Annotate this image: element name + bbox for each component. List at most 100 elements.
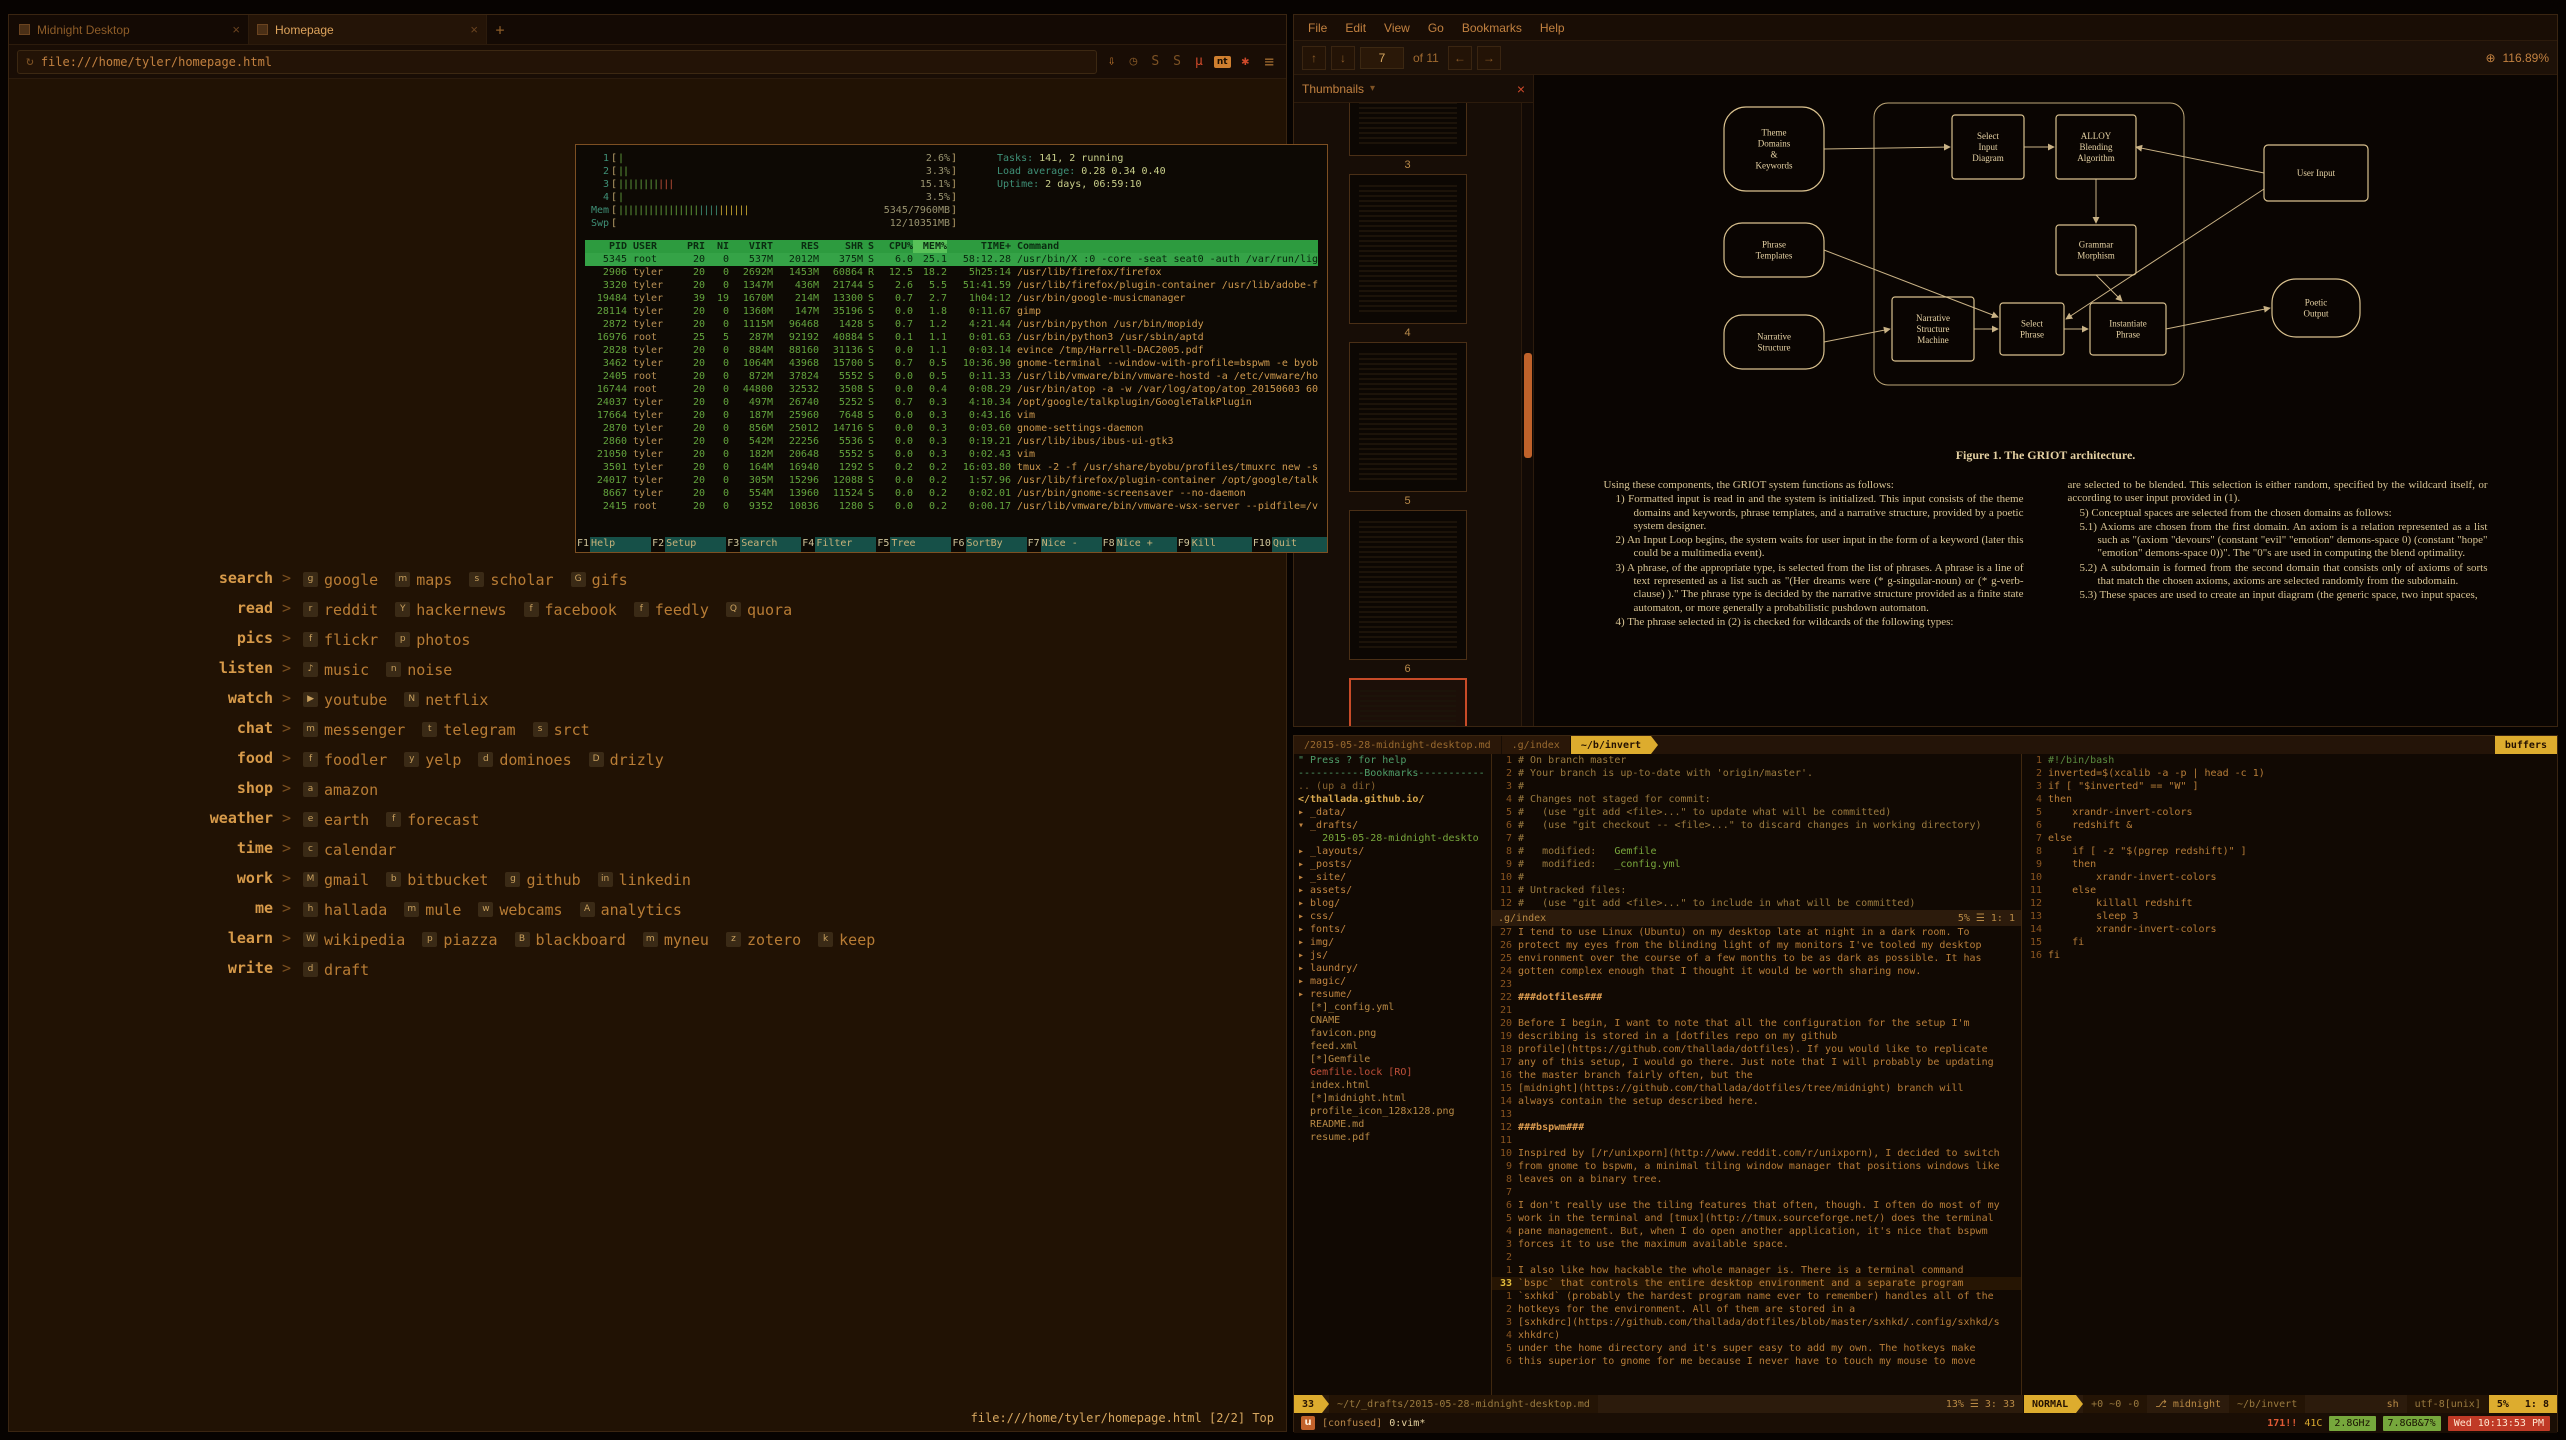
link-noise[interactable]: nnoise [386, 661, 452, 679]
link-messenger[interactable]: mmessenger [303, 721, 405, 739]
link-webcams[interactable]: wwebcams [478, 901, 562, 919]
process-row[interactable]: 2872tyler2001115M964681428S0.71.24:21.44… [585, 318, 1318, 331]
page-number-input[interactable]: 7 [1360, 47, 1404, 69]
thumbnail-page-3[interactable] [1349, 103, 1467, 156]
tree-item[interactable]: index.html [1294, 1079, 1491, 1092]
process-row[interactable]: 3462tyler2001064M4396815700S0.70.510:36.… [585, 357, 1318, 370]
tree-item[interactable]: ▸ _layouts/ [1294, 845, 1491, 858]
process-row[interactable]: 24037tyler200497M267405252S0.70.34:10.34… [585, 396, 1318, 409]
noscript-icon[interactable]: nt [1214, 56, 1231, 68]
function-key-F1[interactable]: F1Help [576, 537, 651, 552]
pdf-page-view[interactable]: ThemeDomains&KeywordsPhraseTemplatesNarr… [1534, 75, 2557, 726]
tree-item[interactable]: ▸ resume/ [1294, 988, 1491, 1001]
menu-bookmarks[interactable]: Bookmarks [1454, 21, 1530, 35]
process-row[interactable]: 3320tyler2001347M436M21744S2.65.551:41.5… [585, 279, 1318, 292]
link-photos[interactable]: pphotos [395, 631, 470, 649]
link-bitbucket[interactable]: bbitbucket [386, 871, 488, 889]
tree-item[interactable]: ▸ js/ [1294, 949, 1491, 962]
buffer-tab[interactable]: .g/index [1502, 736, 1571, 754]
thumbnail-page-5[interactable] [1349, 342, 1467, 492]
link-mule[interactable]: mmule [404, 901, 461, 919]
link-feedly[interactable]: ffeedly [634, 601, 709, 619]
tree-item[interactable]: ▸ _site/ [1294, 871, 1491, 884]
tree-item[interactable]: ▸ _posts/ [1294, 858, 1491, 871]
tree-item[interactable]: README.md [1294, 1118, 1491, 1131]
process-row[interactable]: 2415root2009352108361280S0.00.20:00.17/u… [585, 500, 1318, 513]
function-key-F8[interactable]: F8Nice + [1102, 537, 1177, 552]
browser-tab-homepage[interactable]: Homepage × [249, 15, 487, 44]
link-zotero[interactable]: zzotero [726, 931, 801, 949]
link-srct[interactable]: ssrct [533, 721, 590, 739]
link-yelp[interactable]: yyelp [404, 751, 461, 769]
link-amazon[interactable]: aamazon [303, 781, 378, 799]
link-telegram[interactable]: ttelegram [422, 721, 515, 739]
function-key-F6[interactable]: F6SortBy [951, 537, 1026, 552]
menu-help[interactable]: Help [1532, 21, 1573, 35]
tree-item[interactable]: 2015-05-28-midnight-deskto [1294, 832, 1491, 845]
link-foodler[interactable]: ffoodler [303, 751, 387, 769]
tree-item[interactable]: feed.xml [1294, 1040, 1491, 1053]
mu-icon[interactable]: μ [1192, 54, 1206, 69]
tree-item[interactable]: [*]Gemfile [1294, 1053, 1491, 1066]
link-dominoes[interactable]: ddominoes [478, 751, 571, 769]
download-icon[interactable]: ⇩ [1105, 54, 1119, 69]
thumbnail-page-6[interactable] [1349, 510, 1467, 660]
link-flickr[interactable]: fflickr [303, 631, 378, 649]
tree-item[interactable]: favicon.png [1294, 1027, 1491, 1040]
menu-button[interactable]: ≡ [1260, 52, 1278, 71]
link-quora[interactable]: Qquora [726, 601, 792, 619]
stylish-icon[interactable]: S [1148, 54, 1162, 69]
history-icon[interactable]: ◷ [1127, 54, 1141, 69]
sidebar-scrollbar[interactable] [1521, 103, 1533, 726]
function-key-F5[interactable]: F5Tree [876, 537, 951, 552]
link-draft[interactable]: ddraft [303, 961, 369, 979]
tree-item[interactable]: [*]midnight.html [1294, 1092, 1491, 1105]
tree-item[interactable]: [*]_config.yml [1294, 1001, 1491, 1014]
browser-tab-midnight-desktop[interactable]: Midnight Desktop × [11, 15, 249, 44]
tmux-window-item[interactable]: 0:vim* [1389, 1417, 1425, 1430]
process-row[interactable]: 16744root20044800325323508S0.00.40:08.29… [585, 383, 1318, 396]
history-back-button[interactable]: ← [1448, 46, 1472, 70]
link-hallada[interactable]: hhallada [303, 901, 387, 919]
menu-file[interactable]: File [1300, 21, 1335, 35]
link-facebook[interactable]: ffacebook [524, 601, 617, 619]
tree-item[interactable]: ▸ img/ [1294, 936, 1491, 949]
process-row[interactable]: 8667tyler200554M1396011524S0.00.20:02.01… [585, 487, 1318, 500]
thumbnail-page-4[interactable] [1349, 174, 1467, 324]
process-row[interactable]: 16976root255287M9219240884S0.11.10:01.63… [585, 331, 1318, 344]
tree-item[interactable]: " Press ? for help [1294, 754, 1491, 767]
tree-item[interactable]: ▸ laundry/ [1294, 962, 1491, 975]
link-piazza[interactable]: ppiazza [422, 931, 497, 949]
link-linkedin[interactable]: inlinkedin [598, 871, 691, 889]
zoom-icon[interactable]: ⊕ [2485, 51, 2495, 65]
link-scholar[interactable]: sscholar [469, 571, 553, 589]
tab-close-icon[interactable]: × [232, 22, 240, 37]
zoom-level[interactable]: 116.89% [2503, 51, 2549, 65]
tree-item[interactable]: ▸ assets/ [1294, 884, 1491, 897]
tree-item[interactable]: resume.pdf [1294, 1131, 1491, 1144]
tree-item[interactable]: Gemfile.lock [RO] [1294, 1066, 1491, 1079]
tree-item[interactable]: ▸ blog/ [1294, 897, 1491, 910]
tree-item[interactable]: </thallada.github.io/ [1294, 793, 1491, 806]
link-netflix[interactable]: Nnetflix [404, 691, 488, 709]
process-row[interactable]: 28114tyler2001360M147M35196S0.01.80:11.6… [585, 305, 1318, 318]
process-row[interactable]: 19484tyler39191670M214M13300S0.72.71h04:… [585, 292, 1318, 305]
process-row-selected[interactable]: 5345root200537M2012M375MS6.025.158:12.28… [585, 253, 1318, 266]
function-key-F2[interactable]: F2Setup [651, 537, 726, 552]
adblock-icon[interactable]: ✱ [1239, 54, 1253, 69]
link-drizly[interactable]: Ddrizly [589, 751, 664, 769]
link-gmail[interactable]: Mgmail [303, 871, 369, 889]
link-github[interactable]: ggithub [505, 871, 580, 889]
reload-icon[interactable]: ↻ [26, 54, 34, 69]
link-blackboard[interactable]: Bblackboard [515, 931, 626, 949]
process-row[interactable]: 21050tyler200182M206485552S0.00.30:02.43… [585, 448, 1318, 461]
link-music[interactable]: ♪music [303, 661, 369, 679]
function-key-F7[interactable]: F7Nice - [1027, 537, 1102, 552]
sidebar-title[interactable]: Thumbnails [1302, 82, 1364, 96]
link-reddit[interactable]: rreddit [303, 601, 378, 619]
tree-item[interactable]: ▸ css/ [1294, 910, 1491, 923]
link-earth[interactable]: eearth [303, 811, 369, 829]
url-bar[interactable]: ↻ file:///home/tyler/homepage.html [17, 50, 1097, 74]
process-row[interactable]: 3501tyler200164M169401292S0.20.216:03.80… [585, 461, 1318, 474]
function-key-F4[interactable]: F4Filter [801, 537, 876, 552]
